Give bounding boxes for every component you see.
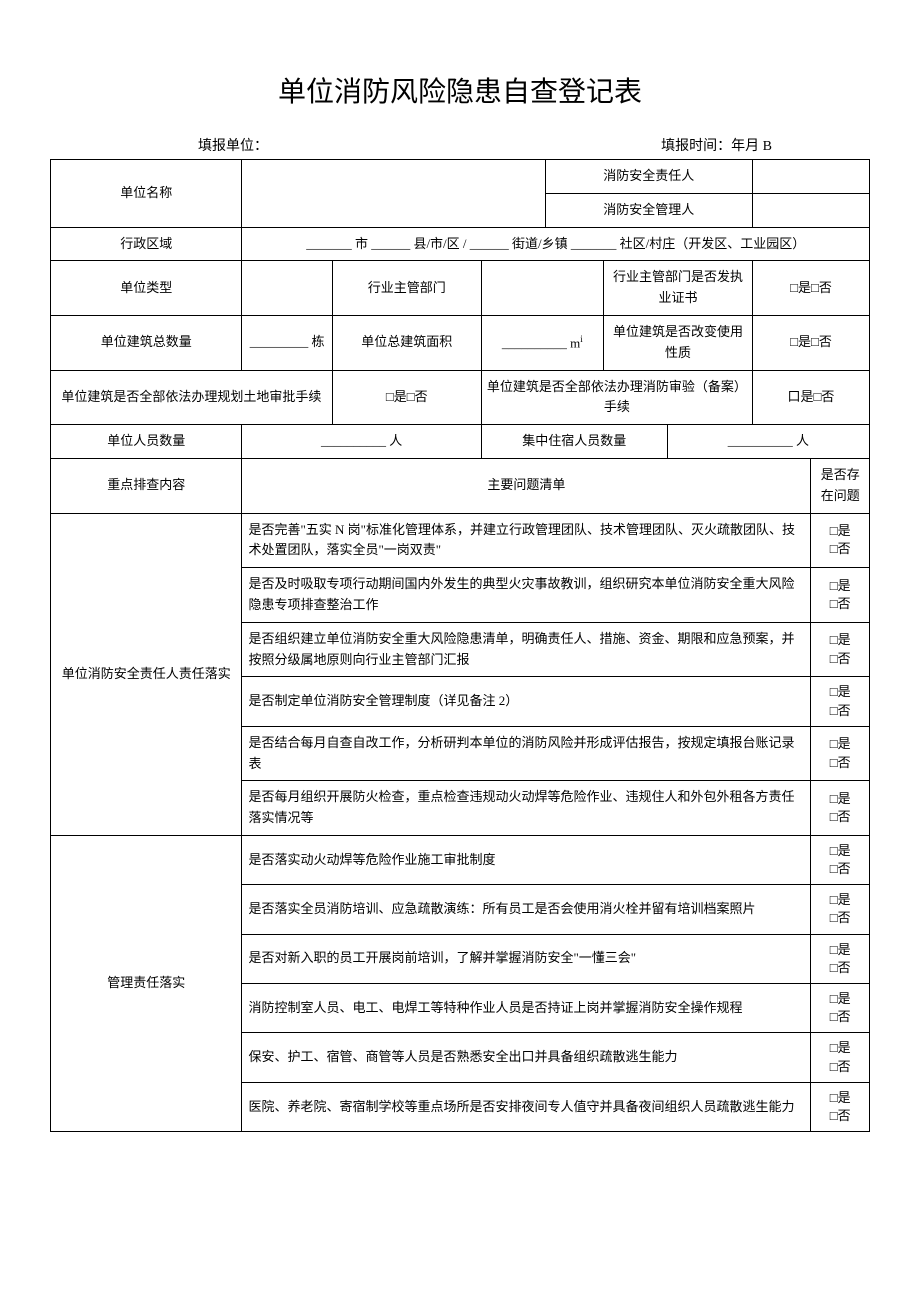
license-yesno[interactable]: □是□否 bbox=[752, 261, 869, 316]
page-title: 单位消防风险隐患自查登记表 bbox=[50, 70, 870, 110]
filing-unit-label: 填报单位： bbox=[198, 135, 268, 155]
building-count-field[interactable]: _________ 栋 bbox=[242, 315, 332, 370]
staff-count-label: 单位人员数量 bbox=[51, 425, 242, 459]
s2-item-1: 是否落实全员消防培训、应急疏散演练：所有员工是否会使用消火栓并留有培训档案照片 bbox=[242, 885, 811, 934]
s2-check-1[interactable]: □是□否 bbox=[811, 885, 870, 934]
safety-person-field[interactable] bbox=[752, 160, 869, 194]
license-q-label: 行业主管部门是否发执业证书 bbox=[604, 261, 753, 316]
s1-item-3: 是否制定单位消防安全管理制度（详见备注 2） bbox=[242, 677, 811, 726]
unit-type-label: 单位类型 bbox=[51, 261, 242, 316]
industry-dept-label: 行业主管部门 bbox=[332, 261, 481, 316]
s2-check-2[interactable]: □是□否 bbox=[811, 934, 870, 983]
s1-check-4[interactable]: □是□否 bbox=[811, 726, 870, 781]
unit-type-field[interactable] bbox=[242, 261, 332, 316]
s2-item-2: 是否对新入职的员工开展岗前培训，了解并掌握消防安全"一懂三会" bbox=[242, 934, 811, 983]
s2-item-5: 医院、养老院、寄宿制学校等重点场所是否安排夜间专人值守并具备夜间组织人员疏散逃生… bbox=[242, 1082, 811, 1131]
safety-manager-field[interactable] bbox=[752, 193, 869, 227]
staff-count-field[interactable]: __________ 人 bbox=[242, 425, 481, 459]
s2-check-0[interactable]: □是□否 bbox=[811, 835, 870, 884]
s1-check-2[interactable]: □是□否 bbox=[811, 622, 870, 677]
unit-name-field[interactable] bbox=[242, 160, 545, 228]
s2-item-3: 消防控制室人员、电工、电焊工等特种作业人员是否持证上岗并掌握消防安全操作规程 bbox=[242, 984, 811, 1033]
unit-name-label: 单位名称 bbox=[51, 160, 242, 228]
land-approval-yesno[interactable]: □是□否 bbox=[332, 370, 481, 425]
fire-review-q-label: 单位建筑是否全部依法办理消防审验（备案）手续 bbox=[481, 370, 752, 425]
lodging-count-label: 集中住宿人员数量 bbox=[481, 425, 667, 459]
s2-item-0: 是否落实动火动焊等危险作业施工审批制度 bbox=[242, 835, 811, 884]
main-list-header: 主要问题清单 bbox=[242, 458, 811, 513]
s1-item-0: 是否完善"五实 N 岗"标准化管理体系，并建立行政管理团队、技术管理团队、灭火疏… bbox=[242, 513, 811, 568]
land-approval-q-label: 单位建筑是否全部依法办理规划土地审批手续 bbox=[51, 370, 333, 425]
s1-item-5: 是否每月组织开展防火检查，重点检查违规动火动焊等危险作业、违规住人和外包外租各方… bbox=[242, 781, 811, 836]
safety-person-label: 消防安全责任人 bbox=[545, 160, 752, 194]
s1-check-1[interactable]: □是□否 bbox=[811, 568, 870, 623]
safety-manager-label: 消防安全管理人 bbox=[545, 193, 752, 227]
exist-q-header: 是否存在问题 bbox=[811, 458, 870, 513]
industry-dept-field[interactable] bbox=[481, 261, 603, 316]
region-label: 行政区域 bbox=[51, 227, 242, 261]
section2-header: 管理责任落实 bbox=[51, 835, 242, 1131]
s2-check-3[interactable]: □是□否 bbox=[811, 984, 870, 1033]
region-field[interactable]: _______ 市 ______ 县/市/区 / ______ 街道/乡镇 __… bbox=[242, 227, 870, 261]
meta-row: 填报单位： 填报时间：年月 B bbox=[50, 135, 870, 155]
total-area-field[interactable]: __________ mi bbox=[481, 315, 603, 370]
s1-item-4: 是否结合每月自查自改工作，分析研判本单位的消防风险并形成评估报告，按规定填报台账… bbox=[242, 726, 811, 781]
s2-check-4[interactable]: □是□否 bbox=[811, 1033, 870, 1082]
s1-item-2: 是否组织建立单位消防安全重大风险隐患清单，明确责任人、措施、资金、期限和应急预案… bbox=[242, 622, 811, 677]
filing-time-label: 填报时间：年月 B bbox=[661, 135, 772, 155]
building-count-label: 单位建筑总数量 bbox=[51, 315, 242, 370]
fire-review-yesno[interactable]: 口是□否 bbox=[752, 370, 869, 425]
section1-header: 单位消防安全责任人责任落实 bbox=[51, 513, 242, 835]
lodging-count-field[interactable]: __________ 人 bbox=[667, 425, 869, 459]
s1-item-1: 是否及时吸取专项行动期间国内外发生的典型火灾事故教训，组织研究本单位消防安全重大… bbox=[242, 568, 811, 623]
s2-check-5[interactable]: □是□否 bbox=[811, 1082, 870, 1131]
total-area-label: 单位总建筑面积 bbox=[332, 315, 481, 370]
key-content-header: 重点排查内容 bbox=[51, 458, 242, 513]
use-change-yesno[interactable]: □是□否 bbox=[752, 315, 869, 370]
form-table: 单位名称 消防安全责任人 消防安全管理人 行政区域 _______ 市 ____… bbox=[50, 159, 870, 1132]
s1-check-0[interactable]: □是□否 bbox=[811, 513, 870, 568]
s1-check-3[interactable]: □是□否 bbox=[811, 677, 870, 726]
use-change-q-label: 单位建筑是否改变使用性质 bbox=[604, 315, 753, 370]
s2-item-4: 保安、护工、宿管、商管等人员是否熟悉安全出口并具备组织疏散逃生能力 bbox=[242, 1033, 811, 1082]
s1-check-5[interactable]: □是□否 bbox=[811, 781, 870, 836]
